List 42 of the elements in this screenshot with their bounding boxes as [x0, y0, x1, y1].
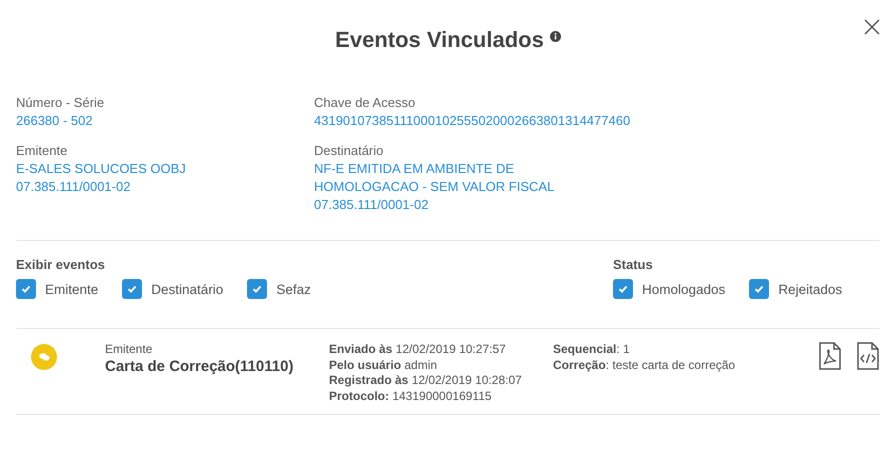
event-origin: Emitente — [105, 342, 154, 356]
check-icon — [753, 283, 766, 295]
field-value: 07.385.111/0001-02 — [314, 196, 430, 214]
checkbox[interactable] — [613, 279, 633, 299]
event-title: Carta de Correção(110110) — [105, 358, 294, 375]
pdf-file-icon[interactable] — [818, 342, 842, 370]
checkbox-label: Emitente — [45, 282, 98, 296]
field-label: Número - Série — [16, 94, 106, 112]
event-detail: Enviado às 12/02/2019 10:27:57 — [329, 342, 507, 358]
event-detail: Registrado às 12/02/2019 10:28:07 — [329, 373, 523, 388]
check-icon — [20, 283, 32, 295]
dialog-title: Eventos Vinculados — [335, 27, 544, 53]
checkbox-label: Homologados — [642, 282, 726, 296]
checkbox[interactable] — [247, 279, 268, 299]
field-value: 07.385.111/0001-02 — [16, 178, 132, 196]
close-icon[interactable] — [864, 19, 880, 35]
event-detail: Protocolo: 143190000169115 — [329, 388, 493, 404]
checkbox[interactable] — [122, 279, 142, 299]
field-value: 43190107385111000102555020002663801314477460 — [314, 112, 632, 130]
event-detail: Pelo usuário admin — [329, 358, 438, 373]
checkbox-label: Rejeitados — [778, 282, 842, 296]
event-detail: Correção: teste carta de correção — [553, 358, 736, 373]
field-label: Emitente — [16, 142, 68, 160]
field-value: 266380 - 502 — [16, 112, 94, 130]
checkbox-label: Destinatário — [151, 282, 224, 296]
check-icon — [251, 283, 264, 295]
event-detail: Sequencial: 1 — [553, 342, 631, 358]
field-value: E-SALES SOLUCOES OOBJ — [16, 160, 187, 178]
code-file-icon[interactable] — [856, 342, 880, 370]
checkbox[interactable] — [749, 279, 770, 299]
chat-bubble-icon — [31, 344, 57, 370]
field-label: Chave de Acesso — [314, 94, 416, 112]
field-label: Destinatário — [314, 142, 384, 160]
checkbox-label: Sefaz — [276, 282, 311, 296]
field-value: HOMOLOGACAO - SEM VALOR FISCAL — [314, 178, 556, 196]
check-icon — [126, 283, 138, 295]
filter-title: Status — [613, 257, 654, 272]
filter-title: Exibir eventos — [16, 257, 106, 272]
checkbox[interactable] — [16, 279, 36, 299]
check-icon — [617, 283, 629, 295]
field-value: NF-E EMITIDA EM AMBIENTE DE — [314, 160, 516, 178]
info-icon[interactable] — [550, 30, 561, 42]
